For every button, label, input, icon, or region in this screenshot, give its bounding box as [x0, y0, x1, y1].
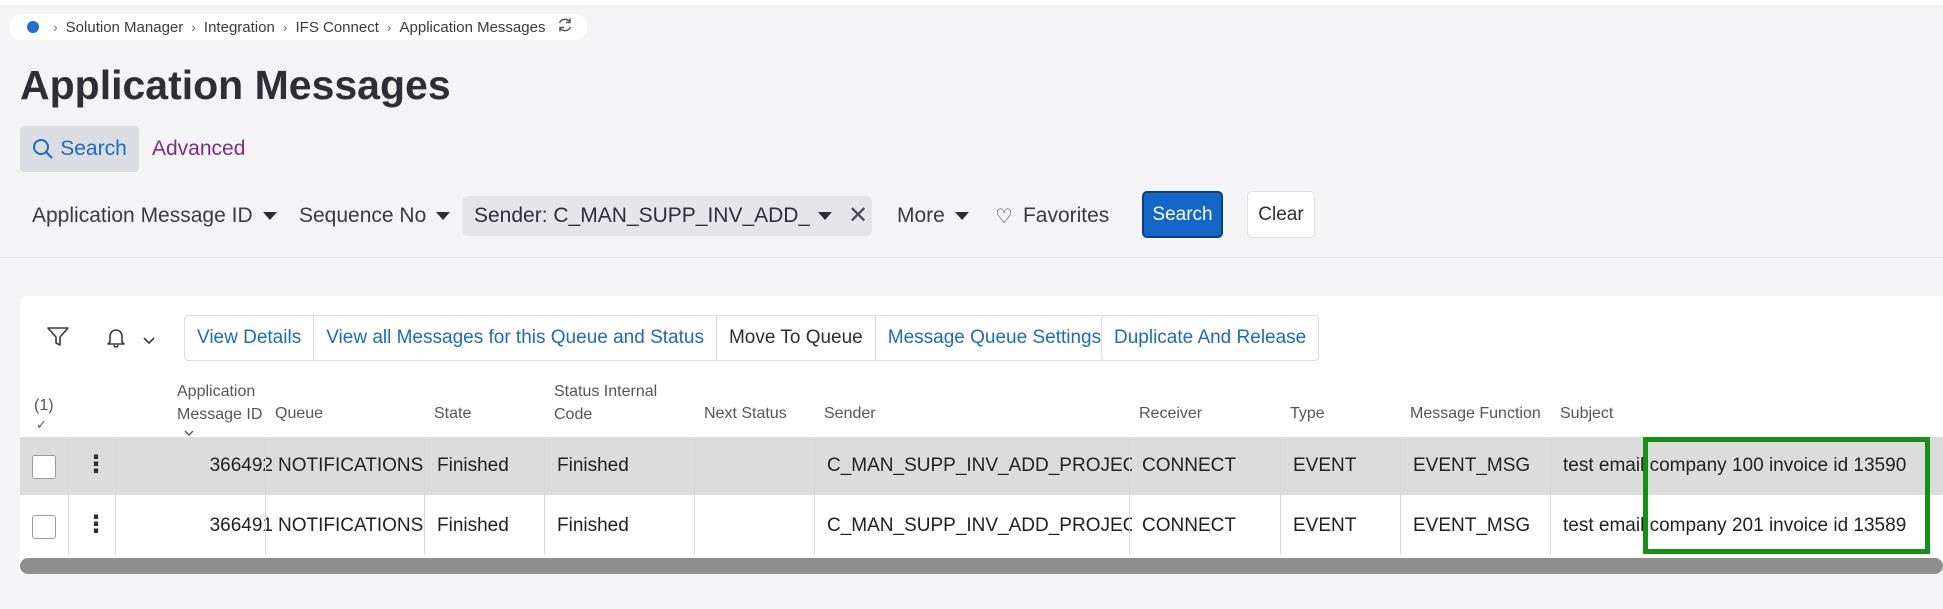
- cell-type: EVENT: [1293, 455, 1357, 476]
- favorites-label: Favorites: [1022, 204, 1110, 227]
- chip-label: Sender: C_MAN_SUPP_INV_ADD_P...: [474, 204, 810, 227]
- column-divider: [115, 437, 116, 555]
- column-divider: [1280, 437, 1281, 555]
- favorites-button[interactable]: ♡ Favorites: [995, 196, 1109, 236]
- chevron-right-icon: ›: [282, 19, 288, 35]
- breadcrumb-item-solution-manager[interactable]: Solution Manager: [66, 19, 184, 36]
- chevron-right-icon: ›: [53, 19, 58, 35]
- column-divider: [544, 437, 545, 555]
- highlight-annotation-box: [1643, 437, 1930, 554]
- advanced-tab[interactable]: Advanced: [152, 137, 245, 161]
- caret-down-icon: [262, 212, 277, 220]
- message-queue-settings-button[interactable]: Message Queue Settings: [876, 316, 1113, 360]
- cell-status-internal-code: Finished: [557, 455, 629, 476]
- header-state[interactable]: State: [434, 402, 471, 425]
- cell-next-status: [707, 497, 807, 555]
- breadcrumb-item-ifs-connect[interactable]: IFS Connect: [295, 19, 378, 36]
- chevron-down-icon[interactable]: [142, 333, 156, 351]
- cell-sender: C_MAN_SUPP_INV_ADD_PROJECT: [827, 515, 1132, 536]
- home-dot-icon[interactable]: [27, 21, 39, 33]
- cell-receiver: CONNECT: [1142, 455, 1236, 476]
- cell-receiver: CONNECT: [1142, 515, 1236, 536]
- page-title: Application Messages: [20, 62, 451, 108]
- caret-down-icon[interactable]: [818, 212, 832, 220]
- divider: [0, 257, 1943, 258]
- filter-label: More: [897, 204, 945, 227]
- bell-icon[interactable]: [105, 326, 127, 353]
- command-group-secondary: Duplicate And Release: [1101, 315, 1320, 361]
- breadcrumb-item-integration[interactable]: Integration: [204, 19, 275, 36]
- header-message-function[interactable]: Message Function: [1410, 402, 1541, 425]
- select-all-check-icon[interactable]: ✓: [36, 413, 47, 436]
- header-type[interactable]: Type: [1290, 402, 1325, 425]
- caret-down-icon: [436, 212, 451, 220]
- cell-application-message-id: 366491: [209, 515, 273, 536]
- close-icon[interactable]: ✕: [848, 204, 868, 228]
- command-group-main: View Details View all Messages for this …: [184, 315, 1115, 361]
- search-icon: [33, 139, 53, 159]
- header-label-line2: Code: [554, 406, 593, 423]
- move-to-queue-button[interactable]: Move To Queue: [717, 316, 876, 360]
- filter-label: Sequence No: [299, 204, 427, 227]
- cell-message-function: EVENT_MSG: [1413, 455, 1531, 476]
- breadcrumb-item-application-messages: Application Messages: [399, 18, 546, 36]
- filter-more[interactable]: More: [897, 196, 969, 236]
- header-application-message-id[interactable]: Application Message ID: [177, 380, 262, 426]
- column-divider: [1550, 437, 1551, 555]
- filter-icon[interactable]: [46, 326, 70, 353]
- header-receiver[interactable]: Receiver: [1139, 402, 1202, 425]
- kebab-menu-icon[interactable]: ⋮: [84, 453, 108, 477]
- filter-sender-chip[interactable]: Sender: C_MAN_SUPP_INV_ADD_P... ✕: [462, 196, 872, 236]
- cell-type: EVENT: [1293, 515, 1357, 536]
- cell-status-internal-code: Finished: [557, 515, 629, 536]
- breadcrumb: › Solution Manager › Integration › IFS C…: [9, 14, 588, 40]
- column-divider: [265, 437, 266, 555]
- header-label-line1: Application: [177, 383, 256, 400]
- column-divider: [694, 437, 695, 555]
- header-label-line1: Status Internal: [554, 383, 658, 400]
- search-tab-label: Search: [60, 137, 127, 160]
- heart-icon: ♡: [995, 205, 1013, 228]
- caret-down-icon: [954, 212, 969, 220]
- duplicate-and-release-button[interactable]: Duplicate And Release: [1102, 316, 1318, 360]
- view-all-messages-button[interactable]: View all Messages for this Queue and Sta…: [314, 316, 717, 360]
- filter-sequence-no[interactable]: Sequence No: [299, 196, 451, 236]
- header-status-internal-code[interactable]: Status Internal Code: [554, 380, 657, 426]
- row-checkbox[interactable]: [32, 515, 56, 539]
- cell-next-status: [707, 437, 807, 495]
- cell-message-function: EVENT_MSG: [1413, 515, 1531, 536]
- cell-sender: C_MAN_SUPP_INV_ADD_PROJECT: [827, 455, 1132, 476]
- refresh-icon[interactable]: [557, 17, 573, 38]
- chevron-right-icon: ›: [386, 19, 392, 35]
- cell-state: Finished: [437, 455, 509, 476]
- cell-application-message-id: 366492: [209, 455, 273, 476]
- row-checkbox[interactable]: [32, 455, 56, 479]
- filter-label: Application Message ID: [32, 204, 253, 227]
- search-button[interactable]: Search: [1142, 191, 1223, 238]
- clear-button[interactable]: Clear: [1247, 191, 1315, 238]
- column-divider: [1129, 437, 1130, 555]
- chevron-right-icon: ›: [191, 19, 196, 35]
- kebab-menu-icon[interactable]: ⋮: [84, 513, 108, 537]
- column-divider: [424, 437, 425, 555]
- header-subject[interactable]: Subject: [1560, 402, 1613, 425]
- header-next-status[interactable]: Next Status: [704, 402, 787, 425]
- view-details-button[interactable]: View Details: [185, 316, 315, 360]
- header-sender[interactable]: Sender: [824, 402, 876, 425]
- horizontal-scrollbar[interactable]: [20, 558, 1943, 574]
- search-tab[interactable]: Search: [20, 126, 139, 172]
- cell-queue: NOTIFICATIONS: [278, 515, 424, 536]
- column-divider: [814, 437, 815, 555]
- cell-queue: NOTIFICATIONS: [278, 455, 424, 476]
- cell-state: Finished: [437, 515, 509, 536]
- header-queue[interactable]: Queue: [275, 402, 323, 425]
- filter-application-message-id[interactable]: Application Message ID: [32, 196, 277, 236]
- column-divider: [68, 437, 69, 555]
- column-divider: [1400, 437, 1401, 555]
